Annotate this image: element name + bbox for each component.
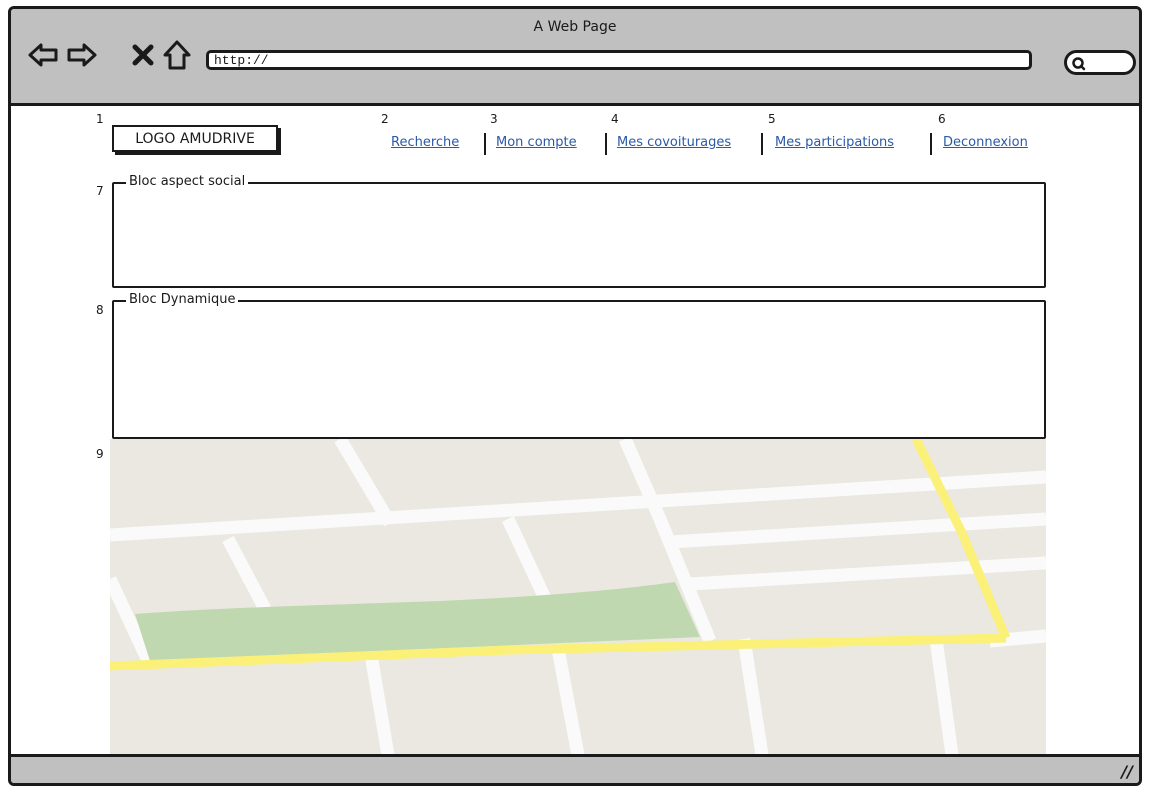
stop-icon[interactable] [127, 39, 159, 71]
site-logo[interactable]: LOGO AMUDRIVE [112, 125, 278, 152]
annotation-number: 5 [768, 112, 776, 126]
annotation-number: 1 [96, 112, 104, 126]
bloc-title: Bloc aspect social [126, 174, 249, 190]
annotation-number: 3 [490, 112, 498, 126]
resize-grip-icon[interactable]: // [1121, 762, 1133, 781]
browser-status-bar: // [11, 754, 1139, 783]
map-graphic [110, 439, 1046, 755]
map-view[interactable] [110, 439, 1046, 755]
bloc-aspect-social: Bloc aspect social [112, 174, 1046, 288]
nav-link-mon-compte[interactable]: Mon compte [496, 135, 577, 150]
back-arrow-icon[interactable] [27, 39, 59, 71]
annotation-number: 4 [611, 112, 619, 126]
annotation-number: 8 [96, 303, 104, 317]
nav-link-recherche[interactable]: Recherche [391, 135, 459, 150]
url-input[interactable]: http:// [206, 50, 1032, 70]
browser-window: A Web Page http:// 1 LOGO AMUDRIVE 2 Rec… [8, 6, 1142, 786]
nav-separator [605, 133, 607, 155]
annotation-number: 6 [938, 112, 946, 126]
nav-separator [484, 133, 486, 155]
nav-link-deconnexion[interactable]: Deconnexion [943, 135, 1028, 150]
search-icon [1071, 56, 1087, 76]
bloc-dynamique: Bloc Dynamique [112, 292, 1046, 439]
window-title: A Web Page [533, 19, 617, 35]
bloc-title: Bloc Dynamique [126, 292, 239, 308]
nav-link-mes-participations[interactable]: Mes participations [775, 135, 894, 150]
browser-toolbar: A Web Page http:// [11, 9, 1139, 106]
home-icon[interactable] [161, 39, 193, 71]
annotation-number: 2 [381, 112, 389, 126]
annotation-number: 9 [96, 447, 104, 461]
browser-search-field[interactable] [1064, 50, 1136, 75]
annotation-number: 7 [96, 184, 104, 198]
forward-arrow-icon[interactable] [66, 39, 98, 71]
nav-separator [761, 133, 763, 155]
nav-link-mes-covoiturages[interactable]: Mes covoiturages [617, 135, 731, 150]
nav-separator [930, 133, 932, 155]
